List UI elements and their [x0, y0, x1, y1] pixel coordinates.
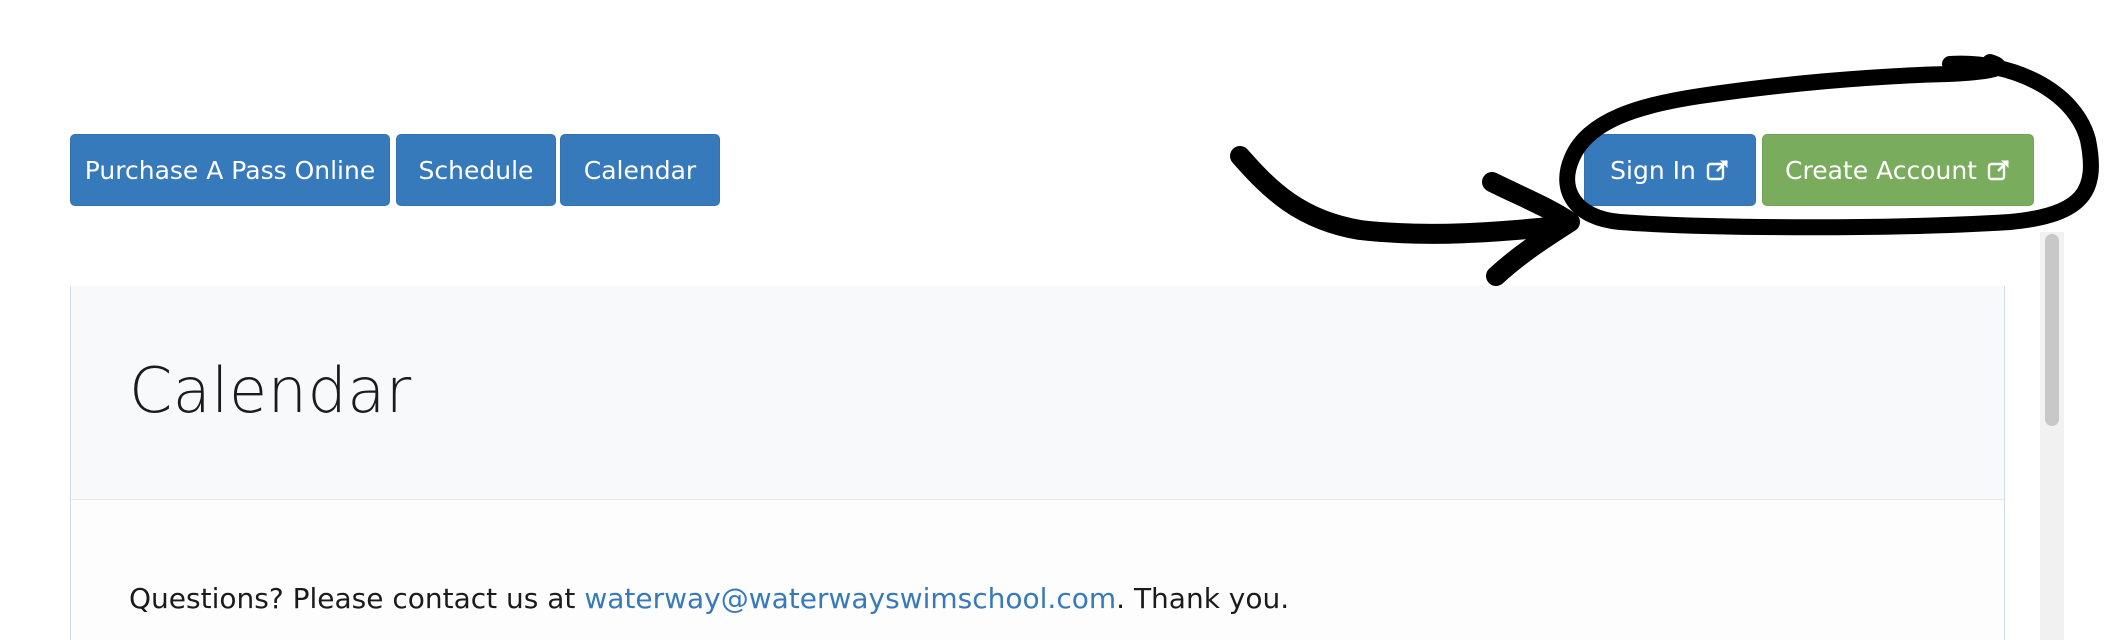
external-link-icon — [1706, 158, 1730, 182]
create-account-button[interactable]: Create Account — [1762, 134, 2034, 206]
purchase-pass-label: Purchase A Pass Online — [84, 155, 376, 185]
external-link-icon — [1987, 158, 2011, 182]
calendar-panel: Calendar Questions? Please contact us at… — [70, 286, 2005, 640]
page: Purchase A Pass Online Schedule Calendar… — [0, 0, 2108, 640]
create-account-label: Create Account — [1785, 155, 1977, 185]
annotation-arrow-shaft — [1230, 146, 1570, 244]
contact-message: Questions? Please contact us at waterway… — [129, 582, 1289, 615]
scrollbar-thumb[interactable] — [2045, 234, 2059, 426]
calendar-button[interactable]: Calendar — [560, 134, 720, 206]
schedule-button[interactable]: Schedule — [396, 134, 556, 206]
page-title: Calendar — [129, 354, 412, 427]
sign-in-button[interactable]: Sign In — [1584, 134, 1756, 206]
panel-body: Questions? Please contact us at waterway… — [71, 500, 2004, 640]
sign-in-label: Sign In — [1610, 155, 1696, 185]
calendar-label: Calendar — [583, 155, 697, 185]
schedule-label: Schedule — [418, 155, 534, 185]
purchase-pass-button[interactable]: Purchase A Pass Online — [70, 134, 390, 206]
annotation-arrow-head — [1482, 172, 1580, 286]
contact-email-link[interactable]: waterway@waterwayswimschool.com — [584, 582, 1116, 615]
contact-prefix: Questions? Please contact us at — [129, 582, 585, 615]
contact-suffix: . Thank you. — [1116, 582, 1290, 615]
panel-header: Calendar — [71, 286, 2004, 500]
